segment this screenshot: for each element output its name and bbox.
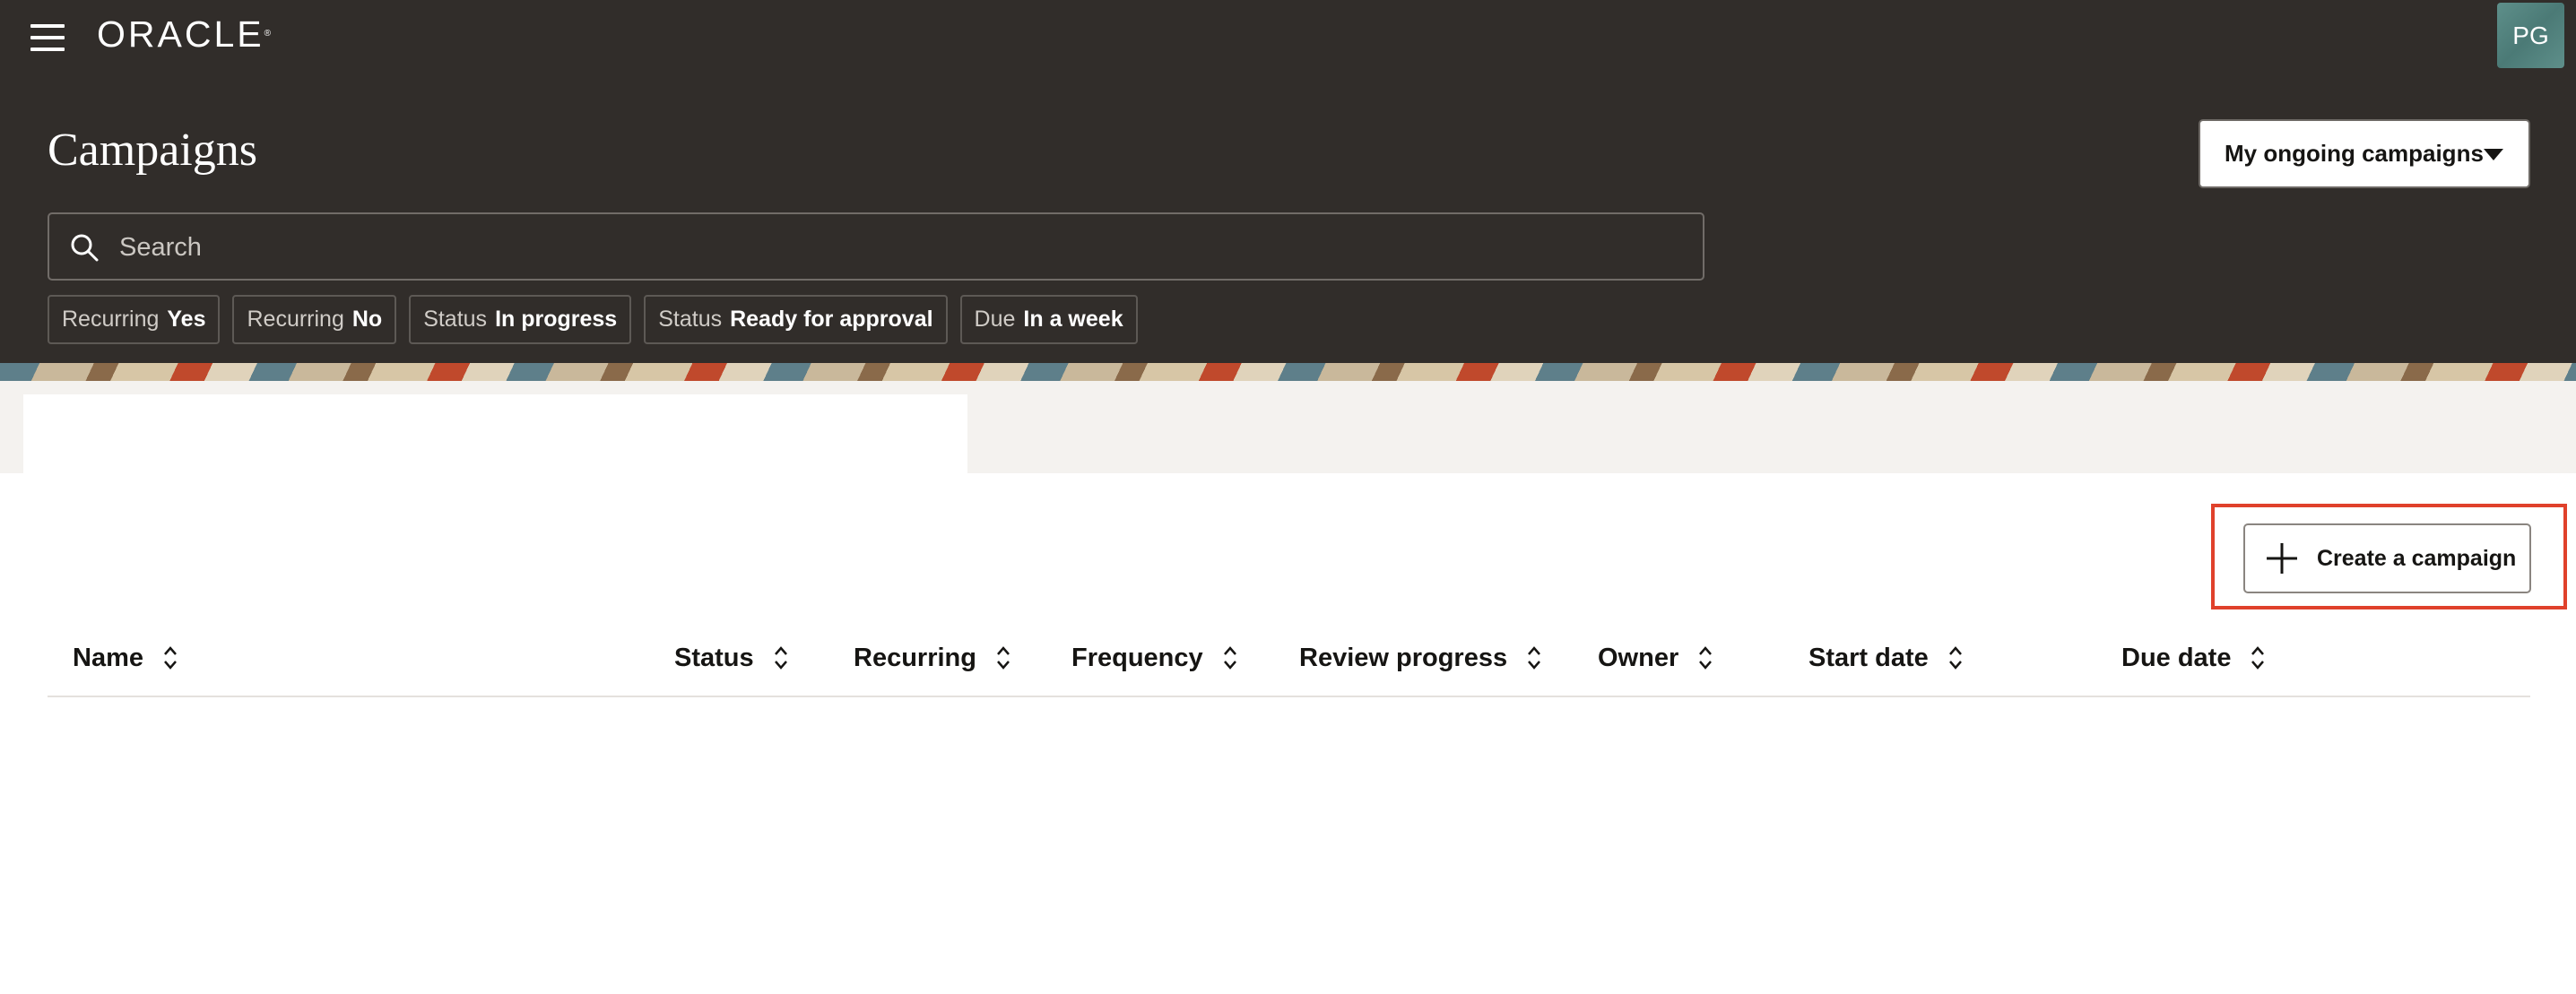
search-field[interactable] [48, 212, 1704, 281]
filter-chip-key: Due [974, 307, 1016, 332]
filter-chip-status-ready-for-approval[interactable]: Status Ready for approval [644, 295, 948, 344]
sort-icon [164, 646, 177, 670]
plus-icon [2267, 543, 2297, 574]
filter-chip-key: Recurring [247, 307, 344, 332]
app-header: ORACLE® PG Campaigns My ongoing campaign… [0, 0, 2576, 363]
sort-icon [997, 646, 1010, 670]
filter-chip-due-in-a-week[interactable]: Due In a week [959, 295, 1138, 344]
oracle-logo[interactable]: ORACLE® [97, 16, 271, 53]
column-header-label: Name [73, 643, 143, 672]
sort-icon [1528, 646, 1541, 670]
column-header-label: Owner [1598, 643, 1679, 672]
sort-icon [1223, 646, 1236, 670]
caret-down-icon [2484, 149, 2503, 160]
create-campaign-label: Create a campaign [2317, 545, 2517, 571]
column-header-label: Recurring [854, 643, 976, 672]
column-header-frequency[interactable]: Frequency [1071, 618, 1237, 697]
filter-chip-key: Recurring [62, 307, 160, 332]
column-header-label: Due date [2121, 643, 2232, 672]
campaign-view-select-label: My ongoing campaigns [2225, 140, 2484, 167]
sort-icon [1948, 646, 1962, 670]
column-header-review-progress[interactable]: Review progress [1299, 618, 1541, 697]
filter-chip-status-in-progress[interactable]: Status In progress [409, 295, 632, 344]
filter-chip-value: Yes [167, 307, 206, 332]
column-header-name[interactable]: Name [73, 618, 178, 697]
filter-chip-key: Status [658, 307, 723, 332]
filter-chip-key: Status [423, 307, 488, 332]
campaign-view-select[interactable]: My ongoing campaigns [2199, 119, 2530, 188]
user-avatar[interactable]: PG [2497, 3, 2564, 68]
filter-chip-value: No [351, 307, 383, 332]
column-header-owner[interactable]: Owner [1598, 618, 1713, 697]
filter-chips: Recurring Yes Recurring No Status In pro… [48, 295, 1138, 344]
filter-chip-value: In a week [1023, 307, 1123, 332]
column-header-label: Start date [1808, 643, 1929, 672]
filter-chip-recurring-no[interactable]: Recurring No [232, 295, 397, 344]
active-tab[interactable] [23, 394, 967, 473]
sort-icon [2251, 646, 2265, 670]
filter-chip-value: In progress [495, 307, 618, 332]
column-header-start-date[interactable]: Start date [1808, 618, 1963, 697]
column-header-label: Frequency [1071, 643, 1203, 672]
create-campaign-button[interactable]: Create a campaign [2243, 523, 2531, 593]
column-header-status[interactable]: Status [674, 618, 788, 697]
filter-chip-value: Ready for approval [730, 307, 933, 332]
column-header-due-date[interactable]: Due date [2121, 618, 2265, 697]
search-input[interactable] [117, 223, 1681, 272]
hamburger-menu-icon[interactable] [30, 24, 65, 51]
column-header-label: Review progress [1299, 643, 1508, 672]
column-header-recurring[interactable]: Recurring [854, 618, 1010, 697]
sort-icon [1699, 646, 1713, 670]
table-header: Name Status Recurring Frequency Review p… [48, 618, 2530, 697]
column-header-label: Status [674, 643, 754, 672]
search-icon [71, 234, 99, 262]
decorative-banner [0, 363, 2576, 381]
filter-chip-recurring-yes[interactable]: Recurring Yes [48, 295, 221, 344]
page-title: Campaigns [48, 125, 257, 176]
sort-icon [774, 646, 787, 670]
